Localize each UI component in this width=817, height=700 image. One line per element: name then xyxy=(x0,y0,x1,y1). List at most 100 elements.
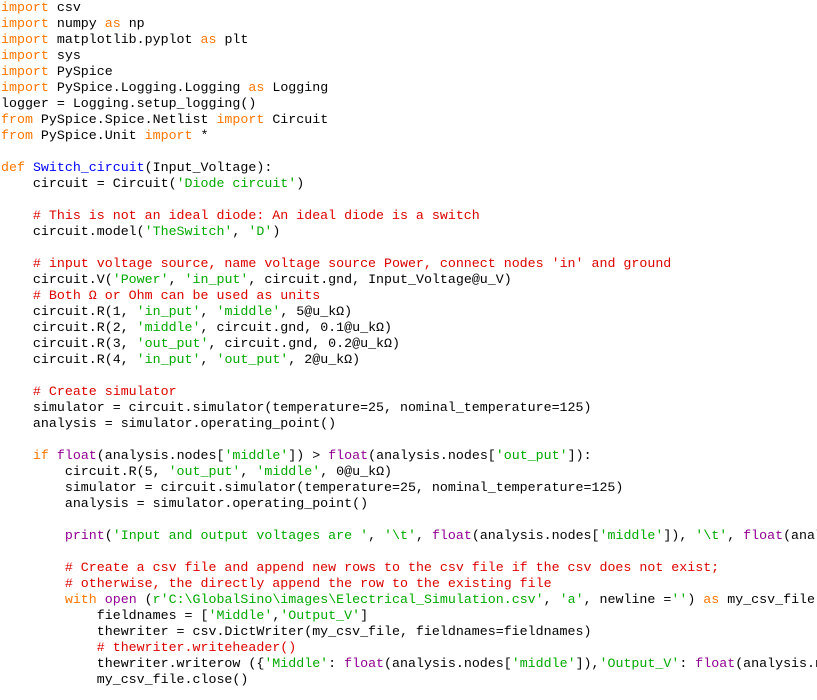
code-line[interactable]: # Both Ω or Ohm can be used as units xyxy=(1,288,320,304)
code-token: (Input_Voltage): xyxy=(144,160,273,175)
code-editor[interactable]: import csv import numpy as np import matpl… xyxy=(0,0,817,700)
code-token: circuit.R(4, xyxy=(1,352,137,367)
code-token: thewriter = csv.DictWriter(my_csv_file, … xyxy=(1,624,592,639)
string-token: 'out_put' xyxy=(495,448,568,463)
builtin-token: open xyxy=(104,592,137,607)
code-line[interactable]: import PySpice.Logging.Logging as Loggin… xyxy=(1,80,328,96)
keyword-token: from xyxy=(1,128,33,143)
code-line[interactable]: # input voltage source, name voltage sou… xyxy=(1,256,671,272)
string-token: 'middle' xyxy=(256,464,321,479)
keyword-token: as xyxy=(200,32,217,47)
keyword-token: import xyxy=(216,112,265,127)
code-line[interactable]: import numpy as np xyxy=(1,16,145,32)
code-token: thewriter.writerow ({ xyxy=(1,656,265,671)
builtin-token: float xyxy=(431,528,472,543)
comment-token: # input voltage source, name voltage sou… xyxy=(32,256,672,271)
code-token: (analysis.nodes[ xyxy=(471,528,600,543)
code-token: ]) > xyxy=(288,448,329,463)
string-token: 'a' xyxy=(559,592,584,607)
code-line[interactable]: simulator = circuit.simulator(temperatur… xyxy=(1,400,592,416)
code-line[interactable]: # otherwise, the directly append the row… xyxy=(1,576,552,592)
code-token: simulator = circuit.simulator(temperatur… xyxy=(1,480,624,495)
code-line[interactable]: # Create simulator xyxy=(1,384,177,400)
string-token: 'D' xyxy=(248,224,273,239)
code-token: ( xyxy=(136,592,153,607)
code-line[interactable]: circuit.R(1, 'in_put', 'middle', 5@u_kΩ) xyxy=(1,304,352,320)
string-token: '\t' xyxy=(695,528,728,543)
code-line[interactable]: fieldnames = ['Middle','Output_V'] xyxy=(1,608,368,624)
code-line[interactable]: import matplotlib.pyplot as plt xyxy=(1,32,248,48)
code-line[interactable]: logger = Logging.setup_logging() xyxy=(1,96,256,112)
string-token: 'middle' xyxy=(224,448,289,463)
code-token: , xyxy=(727,528,744,543)
code-token: circuit.R(5, xyxy=(1,464,169,479)
string-token: 'out_put' xyxy=(136,336,209,351)
string-token: 'Middle' xyxy=(208,608,273,623)
code-line[interactable]: circuit.model('TheSwitch', 'D') xyxy=(1,224,280,240)
code-token: fieldnames = [ xyxy=(1,608,209,623)
code-token: (analysis.nodes[ xyxy=(96,448,225,463)
code-token: , circuit.gnd, 0.1@u_kΩ) xyxy=(200,320,393,335)
code-token: , xyxy=(415,528,432,543)
builtin-token: float xyxy=(344,656,385,671)
code-token: ) xyxy=(272,224,281,239)
code-line[interactable]: circuit.R(3, 'out_put', circuit.gnd, 0.2… xyxy=(1,336,400,352)
code-line[interactable]: # Create a csv file and append new rows … xyxy=(1,560,719,576)
code-line[interactable]: my_csv_file.close() xyxy=(1,672,249,688)
string-token: 'Output_V' xyxy=(280,608,361,623)
keyword-token: if xyxy=(32,448,49,463)
code-line[interactable]: circuit.R(4, 'in_put', 'out_put', 2@u_kΩ… xyxy=(1,352,360,368)
code-line[interactable]: analysis = simulator.operating_point() xyxy=(1,496,368,512)
code-line[interactable]: # thewriter.writeheader() xyxy=(1,640,297,656)
code-token: numpy xyxy=(48,16,105,31)
code-line[interactable]: analysis = simulator.operating_point() xyxy=(1,416,336,432)
code-token: : xyxy=(328,656,345,671)
builtin-token: float xyxy=(743,528,784,543)
code-line[interactable]: circuit.R(5, 'out_put', 'middle', 0@u_kΩ… xyxy=(1,464,392,480)
code-line[interactable]: import sys xyxy=(1,48,81,64)
code-token: logger = Logging.setup_logging() xyxy=(1,96,257,111)
string-token: '\t' xyxy=(384,528,416,543)
code-token: , newline = xyxy=(583,592,672,607)
code-line[interactable]: circuit.R(2, 'middle', circuit.gnd, 0.1@… xyxy=(1,320,392,336)
keyword-token: import xyxy=(144,128,193,143)
code-line[interactable]: import csv xyxy=(1,0,81,16)
code-line[interactable]: # This is not an ideal diode: An ideal d… xyxy=(1,208,480,224)
code-line[interactable]: from PySpice.Spice.Netlist import Circui… xyxy=(1,112,328,128)
code-line[interactable]: thewriter = csv.DictWriter(my_csv_file, … xyxy=(1,624,592,640)
code-line[interactable]: circuit = Circuit('Diode circuit') xyxy=(1,176,304,192)
code-line[interactable]: def Switch_circuit(Input_Voltage): xyxy=(1,160,272,176)
code-token: : xyxy=(679,656,696,671)
code-line[interactable]: thewriter.writerow ({'Middle': float(ana… xyxy=(1,656,817,672)
code-token: sys xyxy=(48,48,81,63)
keyword-token: import xyxy=(1,64,49,79)
code-line[interactable]: circuit.V('Power', 'in_put', circuit.gnd… xyxy=(1,272,512,288)
string-token: 'out_put' xyxy=(216,352,289,367)
code-token: ] xyxy=(360,608,369,623)
code-token: circuit.model( xyxy=(1,224,145,239)
string-token: 'out_put' xyxy=(168,464,241,479)
code-token: circuit.R(2, xyxy=(1,320,137,335)
code-line[interactable]: print('Input and output voltages are ', … xyxy=(1,528,817,544)
code-token: ]): xyxy=(567,448,592,463)
code-token: , circuit.gnd, Input_Voltage@u_V) xyxy=(248,272,512,287)
builtin-token: float xyxy=(695,656,736,671)
code-line[interactable]: if float(analysis.nodes['middle']) > flo… xyxy=(1,448,592,464)
code-token: (analysis.nodes[ xyxy=(735,656,817,671)
code-line[interactable]: from PySpice.Unit import * xyxy=(1,128,209,144)
code-line[interactable]: with open (r'C:\GlobalSino\images\Electr… xyxy=(1,592,817,608)
code-token: plt xyxy=(216,32,249,47)
code-line[interactable]: import PySpice xyxy=(1,64,113,80)
comment-token: # Create simulator xyxy=(32,384,177,399)
code-line[interactable]: simulator = circuit.simulator(temperatur… xyxy=(1,480,624,496)
keyword-token: import xyxy=(1,32,49,47)
string-token: 'Diode circuit' xyxy=(176,176,297,191)
code-token: , xyxy=(168,272,185,287)
